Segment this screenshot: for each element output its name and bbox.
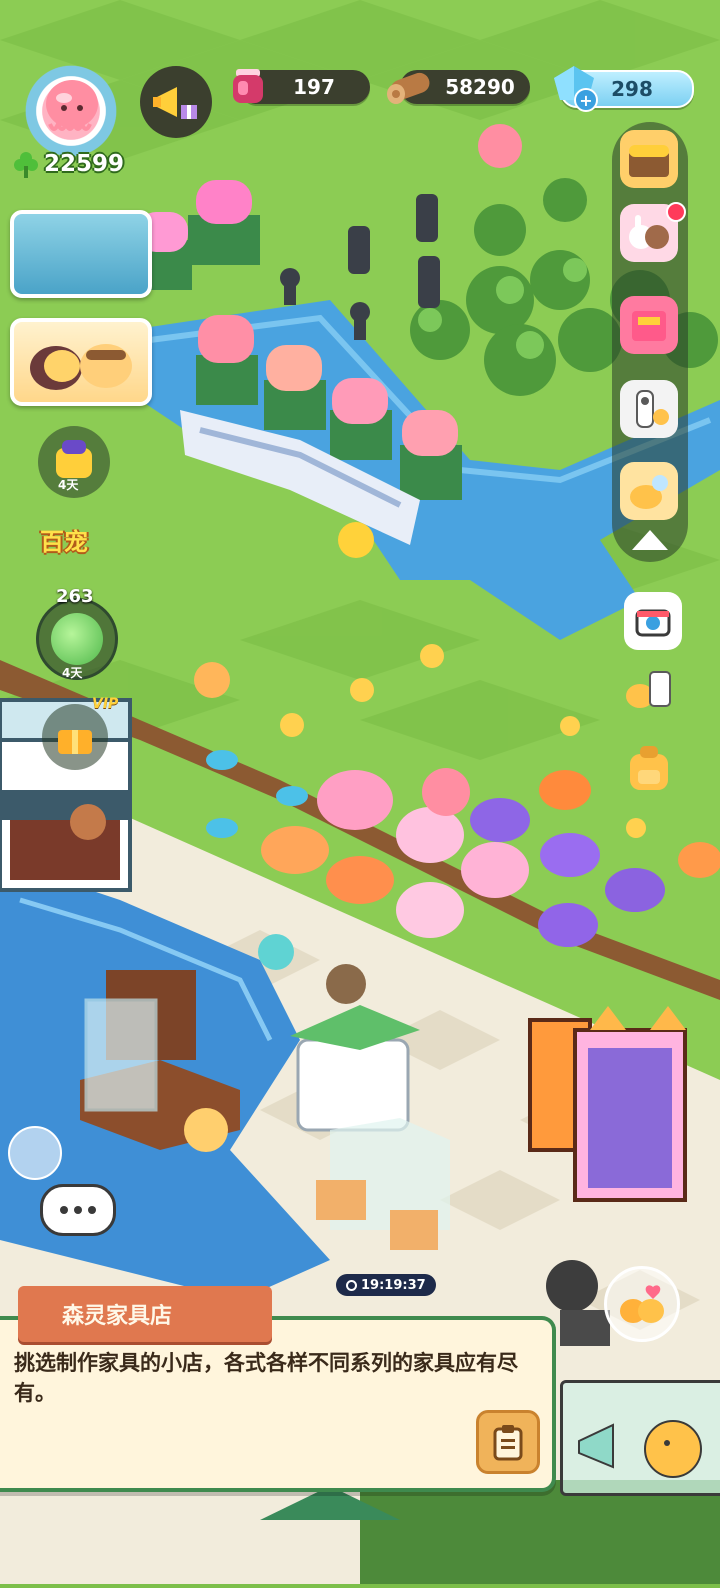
red-potion-jar-icon bbox=[228, 66, 268, 106]
shop-timer-value: 19:19:37 bbox=[361, 1277, 426, 1293]
gift-box-icon bbox=[58, 730, 92, 754]
wood-log-icon bbox=[384, 64, 438, 108]
vip-button[interactable] bbox=[42, 704, 108, 770]
clover-counter: 22599 bbox=[12, 150, 124, 178]
chick-pair-icon bbox=[30, 344, 132, 390]
event-title-label[interactable]: 百宠 bbox=[40, 522, 88, 557]
camera-button[interactable] bbox=[624, 592, 682, 650]
phone-button[interactable] bbox=[620, 660, 678, 718]
bunny-bear-icon bbox=[629, 215, 669, 249]
megaphone-chick-icon bbox=[578, 1420, 702, 1478]
treasure-chest-icon bbox=[629, 145, 669, 177]
level-number: 263 bbox=[56, 586, 94, 607]
megaphone-gift-icon bbox=[153, 87, 197, 119]
event-card-mermaid[interactable] bbox=[10, 210, 152, 298]
remote-control-icon bbox=[636, 390, 669, 428]
shop-details-button[interactable] bbox=[476, 1410, 540, 1474]
chat-bubble-icon[interactable] bbox=[40, 1184, 116, 1236]
shop-title-text: 森灵家具店 bbox=[62, 1304, 173, 1329]
backpack-icon bbox=[630, 746, 668, 790]
vip-label: VIP bbox=[92, 696, 119, 712]
photo-album-icon bbox=[632, 311, 666, 341]
flower-globe-button[interactable] bbox=[8, 1126, 62, 1180]
clock-icon bbox=[346, 1279, 357, 1291]
album-button[interactable] bbox=[620, 296, 678, 354]
camera-icon bbox=[635, 609, 671, 637]
backpack-button[interactable] bbox=[620, 740, 678, 798]
event-days-label: 4天 bbox=[58, 478, 79, 492]
add-gems-button[interactable]: + bbox=[574, 88, 598, 112]
chick-icon bbox=[630, 475, 668, 509]
level-days: 4天 bbox=[62, 666, 83, 680]
chick-love-bubble[interactable] bbox=[604, 1266, 680, 1342]
event-badge-button[interactable]: 4天 bbox=[38, 426, 110, 498]
green-orb-icon bbox=[51, 613, 103, 665]
potion-count-value: 197 bbox=[293, 75, 335, 99]
chick-phone-icon bbox=[626, 671, 671, 708]
collapse-menu-arrow-icon[interactable] bbox=[632, 530, 668, 550]
player-avatar[interactable] bbox=[18, 58, 124, 164]
clipboard-icon bbox=[493, 1425, 523, 1461]
gem-count-value: 298 bbox=[611, 77, 653, 101]
shop-timer: 19:19:37 bbox=[336, 1274, 436, 1296]
pink-jellyfish-avatar-icon bbox=[46, 80, 98, 131]
notification-dot bbox=[666, 202, 686, 222]
chick-heart-icon bbox=[620, 1285, 664, 1323]
chick-bath-button[interactable] bbox=[620, 462, 678, 520]
shop-info-title: 森灵家具店 bbox=[18, 1286, 272, 1342]
event-card-chicks[interactable] bbox=[10, 318, 152, 406]
wood-count-value: 58290 bbox=[445, 75, 515, 99]
megaphone-sign-board[interactable] bbox=[560, 1380, 720, 1496]
clover-icon bbox=[14, 152, 38, 178]
shop-description: 挑选制作家具的小店，各式各样不同系列的家具应有尽有。 bbox=[14, 1351, 518, 1405]
megaphone-gift-button[interactable] bbox=[140, 66, 212, 138]
treasure-chest-button[interactable] bbox=[620, 130, 678, 188]
remote-control-button[interactable] bbox=[620, 380, 678, 438]
clover-count-value: 22599 bbox=[44, 151, 125, 177]
